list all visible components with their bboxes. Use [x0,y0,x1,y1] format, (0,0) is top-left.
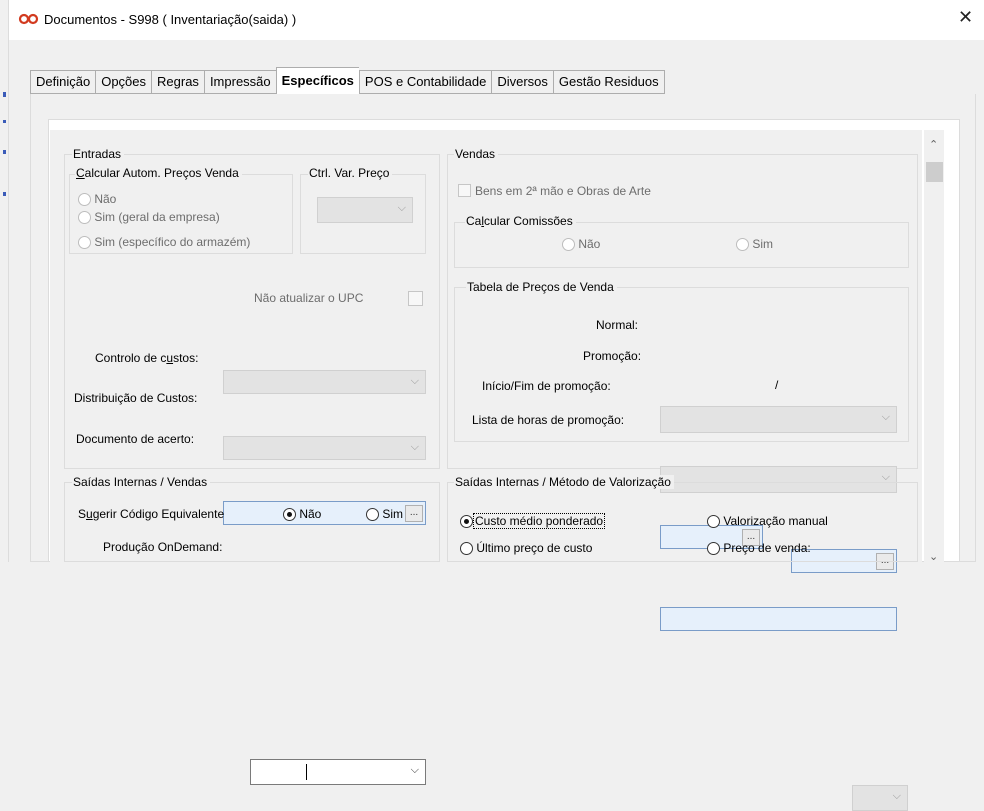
radio-selected-icon [460,515,473,529]
controlo-custos-label: Controlo de custos: [95,351,199,365]
radio-icon [736,238,749,252]
tab-pos-contabilidade[interactable]: POS e Contabilidade [358,70,492,94]
tabela-precos-title: Tabela de Preços de Venda [466,280,617,294]
nao-atualizar-label: Não atualizar o UPC [254,291,364,305]
chevron-down-icon: ⌵ [410,375,419,387]
comissoes-sim-option[interactable]: Sim [736,237,773,252]
close-icon[interactable]: ✕ [958,7,973,28]
documento-acerto-label: Documento de acerto: [76,432,195,446]
left-window-edge [0,0,9,562]
tab-definicao[interactable]: Definição [30,70,96,94]
sugerir-codigo-label: Sugerir Código Equivalente [78,507,225,521]
preco-venda-select[interactable]: ⌵ [852,785,908,811]
entradas-title: Entradas [72,147,125,161]
valorizacao-manual-option[interactable]: Valorização manual [707,514,828,529]
nao-atualizar-checkbox[interactable] [408,291,423,306]
bens-label: Bens em 2ª mão e Obras de Arte [475,184,651,198]
calc-nao-option[interactable]: Não [78,192,116,207]
scroll-thumb[interactable] [926,162,943,182]
scroll-down-icon[interactable]: ⌄ [929,550,938,563]
calc-precos-title: Calcular Autom. Preços Venda [75,166,242,180]
radio-icon [707,515,720,529]
radio-icon [460,542,473,556]
radio-icon [78,211,91,225]
chevron-down-icon: ⌵ [410,764,419,776]
valorizacao-title: Saídas Internas / Método de Valorização [454,475,674,489]
comissoes-title: Calcular Comissões [465,214,576,228]
distribuicao-custos-select[interactable]: ⌵ [223,436,426,460]
calc-sim-geral-option[interactable]: Sim (geral da empresa) [78,210,220,225]
promocao-label: Promoção: [583,349,642,363]
radio-icon [78,193,91,207]
controlo-custos-select[interactable]: ⌵ [223,370,426,394]
tab-bar: Definição Opções Regras Impressão Especí… [30,67,665,94]
window-title: Documentos - S998 ( Inventariação(saida)… [44,12,297,27]
producao-ondemand-select[interactable]: ⌵ [250,759,426,785]
chevron-down-icon: ⌵ [892,790,901,802]
tab-especificos[interactable]: Específicos [275,67,359,94]
app-logo-icon [18,13,39,25]
radio-icon [78,236,91,250]
sugerir-sim-option[interactable]: Sim [366,507,403,522]
bens-checkbox[interactable] [458,184,471,197]
vertical-scrollbar[interactable]: ⌃ ⌄ [924,130,944,563]
comissoes-nao-option[interactable]: Não [562,237,600,252]
radio-icon [366,508,379,522]
radio-icon [562,238,575,252]
normal-select[interactable]: ⌵ [660,406,897,433]
custo-medio-option[interactable]: Custo médio ponderado [460,513,606,529]
tab-gestao-residuos[interactable]: Gestão Residuos [552,70,665,94]
radio-selected-icon [283,508,296,522]
chevron-down-icon: ⌵ [410,441,419,453]
chevron-down-icon: ⌵ [397,202,406,214]
lista-horas-field[interactable] [660,607,897,631]
radio-icon [707,542,720,556]
distribuicao-custos-label: Distribuição de Custos: [74,391,198,405]
tab-diversos[interactable]: Diversos [491,70,553,94]
vendas-title: Vendas [454,147,499,161]
normal-label: Normal: [596,318,639,332]
ctrl-var-select[interactable]: ⌵ [317,197,413,223]
tab-impressao[interactable]: Impressão [203,70,276,94]
tab-opcoes[interactable]: Opções [95,70,152,94]
inicio-fim-label: Início/Fim de promoção: [482,379,611,393]
lista-horas-label: Lista de horas de promoção: [472,413,625,427]
ultimo-preco-option[interactable]: Último preço de custo [460,541,592,556]
text-cursor [306,764,307,780]
comissoes-group [454,222,909,268]
sugerir-nao-option[interactable]: Não [283,507,321,522]
tab-regras[interactable]: Regras [151,70,204,94]
date-separator: / [775,378,779,392]
saidas-vendas-title: Saídas Internas / Vendas [72,475,211,489]
preco-venda-option[interactable]: Preço de venda: [707,541,811,556]
calc-sim-especifico-option[interactable]: Sim (específico do armazém) [78,235,250,250]
scroll-up-icon[interactable]: ⌃ [929,138,938,151]
producao-ondemand-label: Produção OnDemand: [103,540,223,554]
chevron-down-icon: ⌵ [881,411,890,423]
ctrl-var-title: Ctrl. Var. Preço [308,166,393,180]
